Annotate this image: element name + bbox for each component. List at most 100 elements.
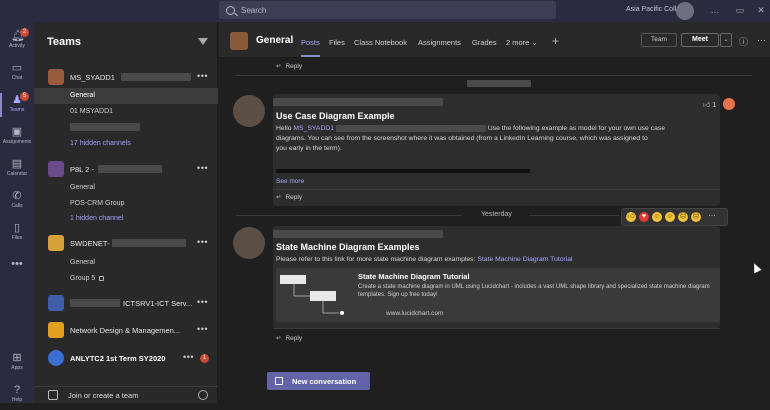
team-item-anlytc2[interactable]: ANLYTC2 1st Term SY2020 ••• 1 xyxy=(34,347,218,369)
author-avatar[interactable] xyxy=(233,227,265,259)
rail-label: Teams xyxy=(9,107,25,113)
image-preview[interactable] xyxy=(276,169,530,173)
team-item-ms-syadd1[interactable]: MS_SYADD1 ••• xyxy=(34,66,218,88)
maximize-button[interactable]: ▭ xyxy=(733,4,747,16)
team-name: Network Design & Managemen... xyxy=(70,325,181,335)
team-item-p8l2[interactable]: P8L 2 - ••• xyxy=(34,158,218,180)
chat-icon: ▭ xyxy=(11,62,23,74)
more-options-icon[interactable]: ••• xyxy=(197,325,208,334)
surprised-icon[interactable]: ☺ xyxy=(665,212,675,222)
tab-files[interactable]: Files xyxy=(329,38,345,47)
info-icon[interactable]: ⓘ xyxy=(739,35,748,48)
teams-badge: 5 xyxy=(20,92,29,101)
team-add-icon xyxy=(48,390,58,400)
more-options-icon[interactable]: ••• xyxy=(197,238,208,247)
rail-more-button[interactable]: ••• xyxy=(0,254,34,284)
redacted-text xyxy=(70,299,120,307)
more-options-icon[interactable]: ⋯ xyxy=(704,212,720,222)
reaction-count: 1 xyxy=(712,102,717,109)
date-separator: Yesterday xyxy=(481,211,512,218)
reaction-like[interactable]: 👍︎ 1 xyxy=(703,100,716,109)
reply-button[interactable]: ↵ Reply xyxy=(276,193,302,201)
channel-general[interactable]: General xyxy=(70,184,95,191)
tab-class-notebook[interactable]: Class Notebook xyxy=(354,38,407,47)
tutorial-link[interactable]: State Machine Diagram Tutorial xyxy=(477,256,572,263)
team-item-swdenet[interactable]: SWDENET- ••• xyxy=(34,232,218,254)
rail-item-chat[interactable]: ▭ Chat xyxy=(0,58,34,88)
rail-item-help[interactable]: ? Help xyxy=(0,380,34,410)
meet-button[interactable]: Meet xyxy=(681,33,719,47)
channel-group-5[interactable]: Group 5 xyxy=(70,275,105,282)
thumbs-up-icon[interactable]: 👍︎ xyxy=(626,212,636,222)
rail-label: Help xyxy=(11,397,23,403)
mention-link[interactable]: MS_SYADD1 xyxy=(293,125,334,132)
more-options-icon[interactable]: ••• xyxy=(183,353,194,362)
angry-icon[interactable]: ☹ xyxy=(691,212,701,222)
redacted-text xyxy=(111,239,186,247)
gear-icon[interactable] xyxy=(198,390,208,400)
rail-label: Calendar xyxy=(6,171,28,177)
selected-channel-highlight xyxy=(34,88,218,104)
close-button[interactable]: ✕ xyxy=(754,4,768,16)
post-body: Hello MS_SYADD1 Use the following exampl… xyxy=(276,124,716,154)
profile-avatar[interactable] xyxy=(676,2,694,20)
channel-01-msyadd1[interactable]: 01 MSYADD1 xyxy=(70,108,113,115)
tab-grades[interactable]: Grades xyxy=(472,38,497,47)
rail-item-assignments[interactable]: ▣ Assignments xyxy=(0,122,34,152)
rail-item-files[interactable]: ▯ Files xyxy=(0,218,34,248)
posts-feed: ↵ Reply Use Case Diagram Example 👍︎ 1 Hel… xyxy=(219,58,770,403)
team-avatar xyxy=(48,69,64,85)
rail-item-activity[interactable]: 🔔︎ 2 Activity xyxy=(0,26,34,56)
more-options-icon[interactable]: ••• xyxy=(197,164,208,173)
search-input[interactable]: Search xyxy=(219,1,556,19)
hidden-channels-link[interactable]: 1 hidden channel xyxy=(70,215,123,222)
minimize-button[interactable]: … xyxy=(708,4,722,16)
search-icon xyxy=(226,5,235,15)
rail-label: Files xyxy=(11,235,23,241)
channel-redacted[interactable] xyxy=(70,123,140,131)
rail-item-calendar[interactable]: ▤ Calendar xyxy=(0,154,34,184)
rail-item-teams[interactable]: ♟ 5 Teams xyxy=(0,90,34,120)
tab-more-label: 2 more xyxy=(506,38,530,47)
sad-icon[interactable]: ☹ xyxy=(678,212,688,222)
team-avatar xyxy=(48,235,64,251)
meet-dropdown-button[interactable]: ⌄ xyxy=(720,33,732,47)
heart-icon[interactable]: ♥ xyxy=(639,212,649,222)
team-avatar xyxy=(48,161,64,177)
rail-item-calls[interactable]: ✆ Calls xyxy=(0,186,34,216)
card-url: www.lucidchart.com xyxy=(386,310,444,317)
author-avatar[interactable] xyxy=(233,95,265,127)
filter-icon[interactable] xyxy=(198,38,208,45)
tab-assignments[interactable]: Assignments xyxy=(418,38,461,47)
rail-item-apps[interactable]: ⊞ Apps xyxy=(0,348,34,378)
hidden-channels-link[interactable]: 17 hidden channels xyxy=(70,140,131,147)
team-name: MS_SYADD1 xyxy=(70,72,115,82)
team-button[interactable]: Team xyxy=(641,33,677,47)
chevron-down-icon: ⌄ xyxy=(531,38,538,47)
link-preview-card[interactable]: State Machine Diagram Tutorial Create a … xyxy=(276,268,720,322)
divider xyxy=(236,215,462,216)
add-tab-button[interactable]: + xyxy=(552,34,559,48)
channel-general[interactable]: General xyxy=(70,259,95,266)
new-conversation-button[interactable]: New conversation xyxy=(267,372,370,390)
redacted-text xyxy=(97,165,162,173)
laugh-icon[interactable]: ☺ xyxy=(652,212,662,222)
tab-posts[interactable]: Posts xyxy=(301,38,320,57)
join-or-create-team[interactable]: Join or create a team xyxy=(34,386,218,403)
more-options-icon[interactable]: ⋯ xyxy=(757,35,766,46)
compose-icon xyxy=(275,377,283,385)
see-more-link[interactable]: See more xyxy=(276,178,304,185)
more-options-icon[interactable]: ••• xyxy=(197,72,208,81)
phone-icon: ✆ xyxy=(12,190,22,202)
team-item-network-design[interactable]: Network Design & Managemen... ••• xyxy=(34,319,218,341)
mouse-cursor xyxy=(750,261,762,274)
more-options-icon[interactable]: ••• xyxy=(197,298,208,307)
channel-general[interactable]: General xyxy=(70,92,95,99)
channel-pos-crm-group[interactable]: POS-CRM Group xyxy=(70,200,124,207)
reply-label: Reply xyxy=(285,194,303,201)
card-description: Create a state machine diagram in UML us… xyxy=(358,284,710,298)
reply-button[interactable]: ↵ Reply xyxy=(276,62,302,70)
team-item-ictsrv1[interactable]: ICTSRV1-ICT Serv... ••• xyxy=(34,292,218,314)
reply-button[interactable]: ↵ Reply xyxy=(276,334,302,342)
tab-more[interactable]: 2 more ⌄ xyxy=(506,38,538,47)
